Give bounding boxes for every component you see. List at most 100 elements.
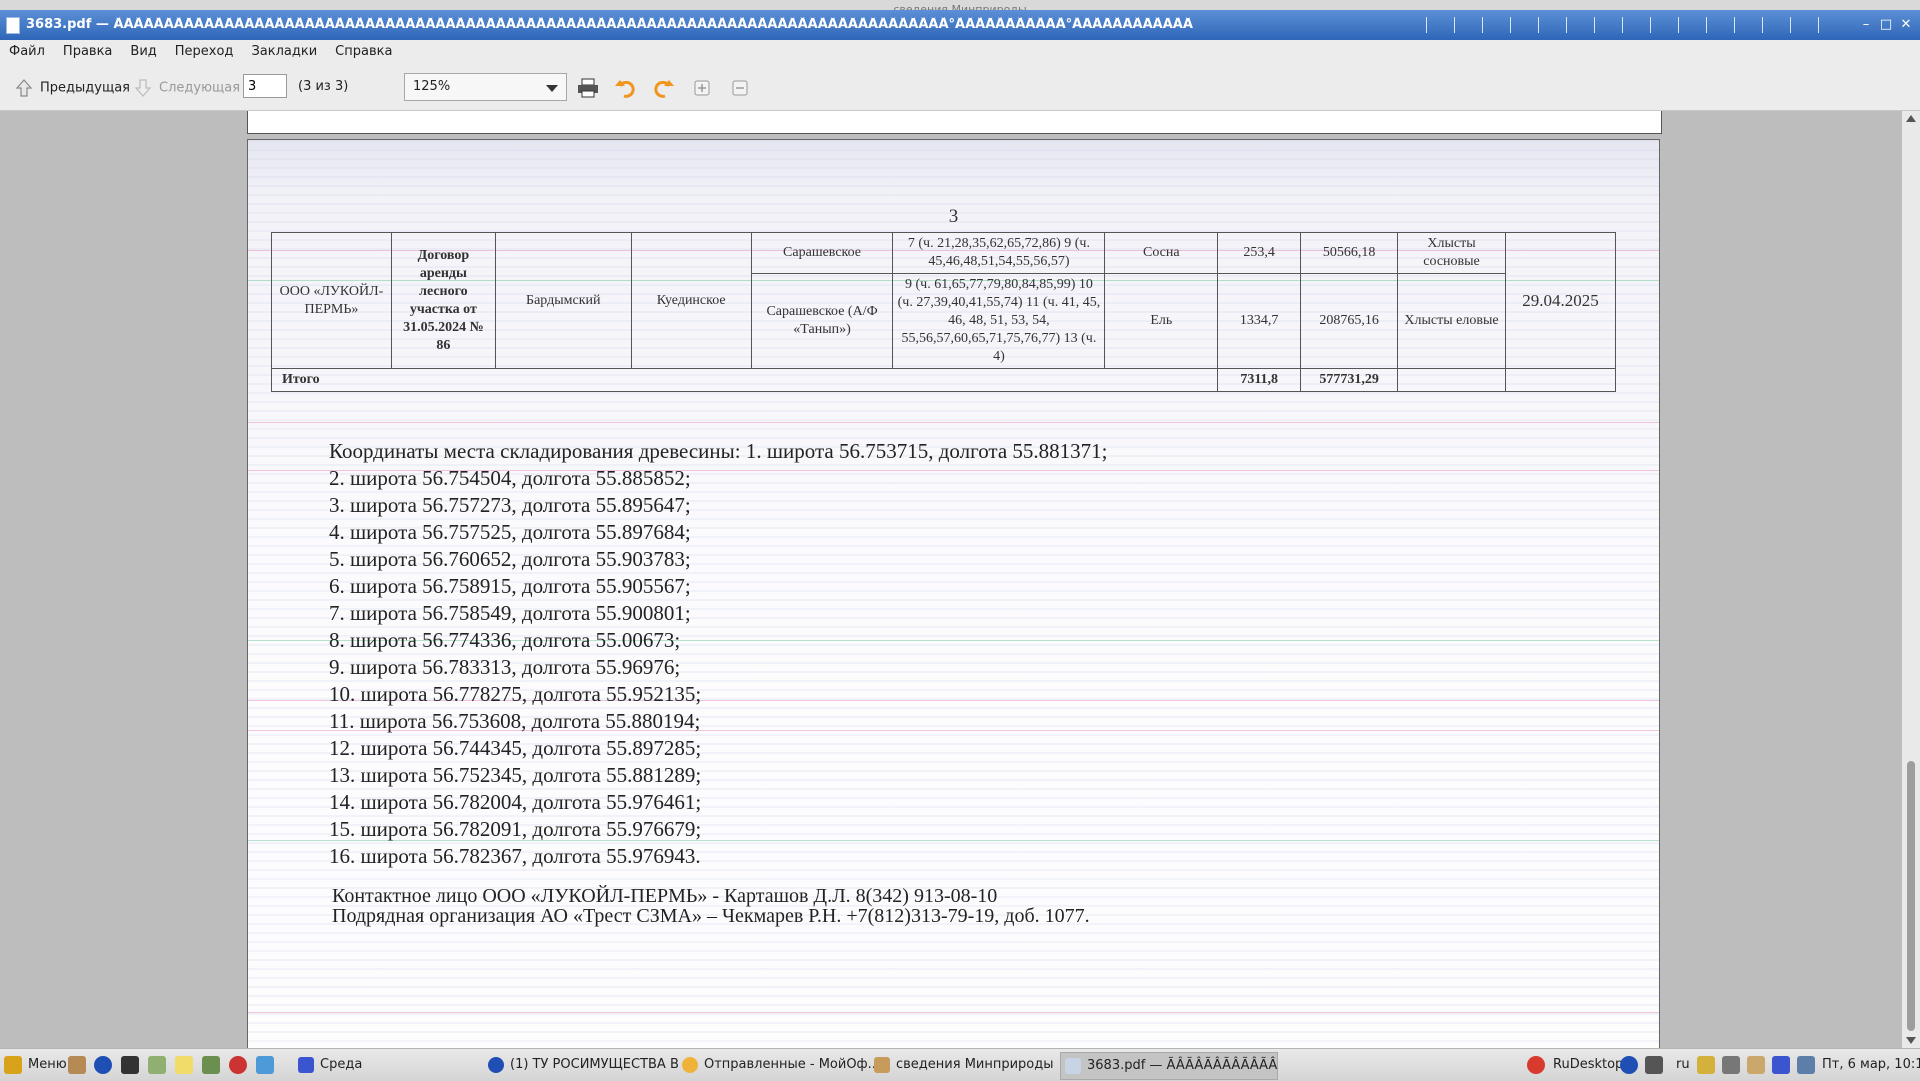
yandex-browser-icon[interactable] xyxy=(94,1056,112,1074)
coordinates-line: 8. широта 56.774336, долгота 55.00673; xyxy=(329,628,681,652)
zoom-select[interactable]: 125% xyxy=(404,73,567,101)
zoom-in-icon[interactable] xyxy=(692,78,714,98)
maximize-button[interactable]: □ xyxy=(1878,17,1894,33)
table-cell-volume: 1334,7 xyxy=(1217,273,1302,369)
task-label: Отправленные - МойОф... xyxy=(704,1057,881,1072)
menu-edit[interactable]: Правка xyxy=(54,40,121,64)
menu-file[interactable]: Файл xyxy=(0,40,54,64)
table-cell-species: Ель xyxy=(1104,273,1219,369)
rotate-right-icon[interactable] xyxy=(653,78,675,98)
vertical-scrollbar[interactable] xyxy=(1902,111,1920,1048)
minimize-button[interactable]: – xyxy=(1858,17,1874,33)
window-title: 3683.pdf — ÃÂÃÂÃÂÃÂÃÂÃÂÃÂÃÂÃÂÃÂÃÂÃÂÃÂÃÂÃ… xyxy=(26,17,1193,32)
rotate-left-icon[interactable] xyxy=(614,78,636,98)
table-cell-total-label: Итого xyxy=(270,368,1219,392)
menu-bookmarks[interactable]: Закладки xyxy=(242,40,326,64)
coordinates-line: 14. широта 56.782004, долгота 55.976461; xyxy=(329,790,702,814)
task-folder[interactable]: сведения Минприроды xyxy=(870,1052,1086,1078)
document-viewport[interactable]: 3 ООО «ЛУКОЙЛ-ПЕРМЬ» Договор аренды лесн… xyxy=(0,111,1902,1048)
menu-view[interactable]: Вид xyxy=(121,40,165,64)
coordinates-line: 10. широта 56.778275, долгота 55.952135; xyxy=(329,682,702,706)
start-menu-label[interactable]: Меню xyxy=(28,1057,67,1072)
menu-help[interactable]: Справка xyxy=(326,40,401,64)
toolbar: Предыдущая Следующая (3 из 3) 125% xyxy=(0,64,1920,111)
table-cell-date: 29.04.2025 xyxy=(1504,232,1617,369)
table-cell-species: Сосна xyxy=(1104,232,1219,274)
close-button[interactable]: ✕ xyxy=(1898,17,1914,33)
table-cell-org: ООО «ЛУКОЙЛ-ПЕРМЬ» xyxy=(271,232,392,369)
sreda-tray-icon[interactable] xyxy=(1772,1056,1790,1074)
coordinates-line: 11. широта 56.753608, долгота 55.880194; xyxy=(329,709,701,733)
coordinates-line: 13. широта 56.752345, долгота 55.881289; xyxy=(329,763,702,787)
next-page-button[interactable]: Следующая xyxy=(133,78,240,98)
coordinates-line: 9. широта 56.783313, долгота 55.96976; xyxy=(329,655,681,679)
table-cell-empty xyxy=(1397,368,1506,392)
volume-icon[interactable] xyxy=(1722,1056,1740,1074)
document-icon xyxy=(6,17,20,34)
prev-page-button[interactable]: Предыдущая xyxy=(14,78,130,98)
file-manager-icon[interactable] xyxy=(68,1056,86,1074)
coordinates-line: 15. широта 56.782091, долгота 55.976679; xyxy=(329,817,702,841)
table-cell-total-volume: 7311,8 xyxy=(1217,368,1302,392)
chrome-icon[interactable] xyxy=(229,1056,247,1074)
table-cell-cost: 50566,18 xyxy=(1300,232,1399,274)
task-label: (1) ТУ РОСИМУЩЕСТВА В ... xyxy=(510,1057,696,1072)
coordinates-line: 4. широта 56.757525, долгота 55.897684; xyxy=(329,520,691,544)
coordinates-line: 6. широта 56.758915, долгота 55.905567; xyxy=(329,574,691,598)
pdf-icon xyxy=(1065,1058,1081,1074)
network-tray-icon[interactable] xyxy=(1797,1056,1815,1074)
mail-tray-icon[interactable] xyxy=(1697,1056,1715,1074)
contractor-contact: Подрядная организация АО «Трест СЗМА» – … xyxy=(332,905,1090,927)
coordinates-line: Координаты места складирования древесины… xyxy=(329,439,1108,463)
scroll-up-icon[interactable] xyxy=(1906,115,1916,122)
table-cell-forestry: Куединское xyxy=(630,232,752,369)
calculator-icon[interactable] xyxy=(202,1056,220,1074)
task-mail[interactable]: Отправленные - МойОф... xyxy=(678,1052,894,1078)
sreda-icon xyxy=(298,1057,314,1073)
task-yandex[interactable]: (1) ТУ РОСИМУЩЕСТВА В ... xyxy=(484,1052,700,1078)
table-cell-quarters: 7 (ч. 21,28,35,62,65,72,86) 9 (ч. 45,46,… xyxy=(892,232,1106,274)
screenshot-icon[interactable] xyxy=(256,1056,274,1074)
table-row-total: Итого 7311,8 577731,29 xyxy=(270,368,1617,392)
table-cell-cost: 208765,16 xyxy=(1300,273,1399,369)
clock[interactable]: Пт, 6 мар, 10:19 xyxy=(1822,1057,1920,1072)
table-cell-total-cost: 577731,29 xyxy=(1300,368,1399,392)
page-number-input[interactable] xyxy=(243,74,287,98)
network-icon[interactable] xyxy=(148,1056,166,1074)
coordinates-line: 2. широта 56.754504, долгота 55.885852; xyxy=(329,466,691,490)
start-menu-icon[interactable] xyxy=(4,1056,22,1074)
page-number: 3 xyxy=(948,206,959,227)
yandex-tray-icon[interactable] xyxy=(1620,1056,1638,1074)
window-titlebar[interactable]: 3683.pdf — ÃÂÃÂÃÂÃÂÃÂÃÂÃÂÃÂÃÂÃÂÃÂÃÂÃÂÃÂÃ… xyxy=(0,10,1920,40)
task-pdf[interactable]: 3683.pdf — ÃÂÃÂÃÂÃÂÃÂÃÂÃ... xyxy=(1060,1052,1278,1080)
zoom-out-icon[interactable] xyxy=(730,78,752,98)
scrollbar-thumb[interactable] xyxy=(1907,761,1915,1031)
rudesktop-label[interactable]: RuDesktop xyxy=(1553,1057,1623,1072)
table-cell-volume: 253,4 xyxy=(1217,232,1302,274)
pdf-page: 3 ООО «ЛУКОЙЛ-ПЕРМЬ» Договор аренды лесн… xyxy=(247,139,1660,1048)
keyboard-layout[interactable]: ru xyxy=(1676,1057,1690,1072)
task-label: сведения Минприроды xyxy=(896,1057,1054,1072)
menu-go[interactable]: Переход xyxy=(166,40,243,64)
page-count: (3 из 3) xyxy=(298,79,349,94)
arrow-down-icon xyxy=(134,79,152,97)
menu-bar: Файл Правка Вид Переход Закладки Справка xyxy=(0,40,1920,64)
apps-grid-icon[interactable] xyxy=(1645,1056,1663,1074)
next-page-label: Следующая xyxy=(159,80,241,96)
task-sreda[interactable]: Среда xyxy=(294,1052,500,1078)
chevron-down-icon xyxy=(546,85,558,92)
previous-page-bottom xyxy=(247,111,1662,134)
mail-icon xyxy=(682,1057,698,1073)
coordinates-line: 7. широта 56.758549, долгота 55.900801; xyxy=(329,601,691,625)
clipboard-icon[interactable] xyxy=(1747,1056,1765,1074)
table-cell-contract: Договор аренды лесного участка от 31.05.… xyxy=(390,232,496,369)
notes-icon[interactable] xyxy=(175,1056,193,1074)
coordinates-line: 12. широта 56.744345, долгота 55.897285; xyxy=(329,736,702,760)
print-icon[interactable] xyxy=(577,78,599,98)
terminal-icon[interactable] xyxy=(121,1056,139,1074)
scroll-down-icon[interactable] xyxy=(1906,1037,1916,1044)
coordinates-line: 16. широта 56.782367, долгота 55.976943. xyxy=(329,844,701,868)
rudesktop-icon[interactable] xyxy=(1527,1056,1545,1074)
yandex-icon xyxy=(488,1057,504,1073)
table-cell-quarters: 9 (ч. 61,65,77,79,80,84,85,99) 10 (ч. 27… xyxy=(892,273,1106,369)
